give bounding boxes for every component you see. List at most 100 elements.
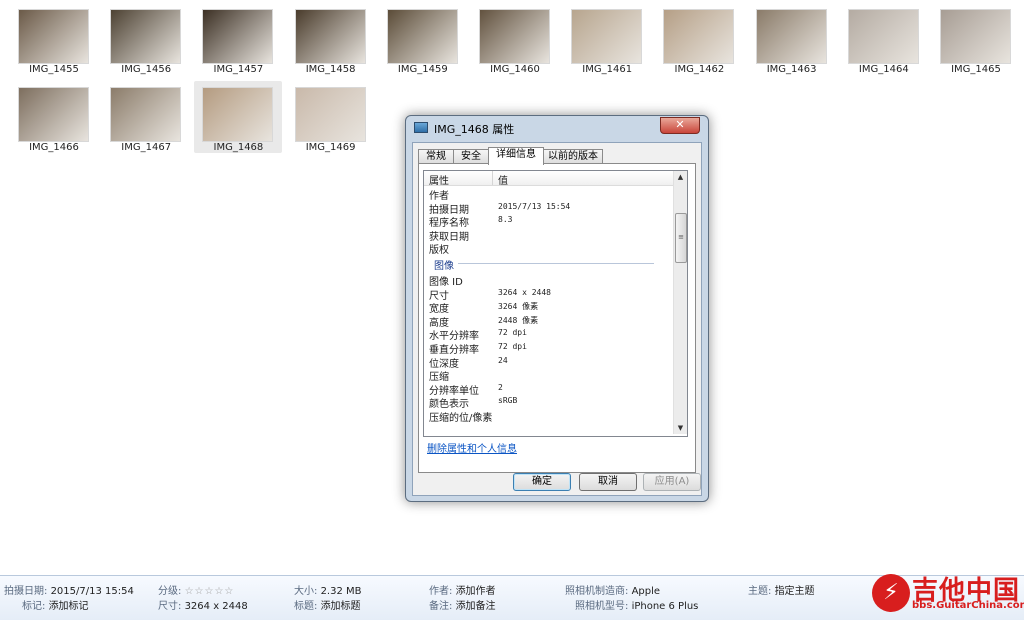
- file-name-label: IMG_1463: [766, 64, 817, 75]
- property-row[interactable]: 分辨率单位 2: [424, 382, 674, 397]
- property-row[interactable]: 颜色表示 sRGB: [424, 395, 674, 410]
- tab-security[interactable]: 安全: [453, 149, 489, 164]
- author-field[interactable]: 作者: 添加作者: [429, 582, 496, 597]
- photo-thumbnail-image[interactable]: [940, 9, 1011, 64]
- property-value: 3264 像素: [498, 302, 539, 312]
- property-row[interactable]: 压缩的位/像素: [424, 409, 674, 424]
- property-row[interactable]: 压缩: [424, 368, 674, 383]
- property-row[interactable]: 拍摄日期 2015/7/13 15:54: [424, 201, 674, 216]
- property-row[interactable]: 程序名称 8.3: [424, 214, 674, 229]
- file-thumbnail[interactable]: IMG_1466: [10, 81, 98, 153]
- file-name-label: IMG_1462: [674, 64, 725, 75]
- file-thumbnail[interactable]: IMG_1457: [194, 3, 282, 75]
- file-thumbnail[interactable]: IMG_1467: [102, 81, 190, 153]
- file-name-label: IMG_1469: [305, 142, 356, 153]
- dimensions-field: 尺寸: 3264 x 2448: [158, 601, 248, 612]
- property-value: 3264 x 2448: [498, 287, 551, 297]
- tab-details[interactable]: 详细信息: [488, 147, 544, 165]
- subject-field[interactable]: 主题: 指定主题: [748, 582, 815, 597]
- photo-thumbnail-image[interactable]: [479, 9, 550, 64]
- file-thumbnail[interactable]: IMG_1455: [10, 3, 98, 75]
- title-field[interactable]: 标题: 添加标题: [294, 597, 361, 612]
- property-row[interactable]: 高度 2448 像素: [424, 314, 674, 329]
- property-value: 2015/7/13 15:54: [498, 201, 571, 211]
- file-name-label: IMG_1459: [397, 64, 448, 75]
- guitar-logo-icon: ⚡: [872, 574, 910, 612]
- property-list[interactable]: 属性 值 作者 拍摄日期 2015/7/13 15:54 程序名称 8.3 获取日期版权图…: [423, 170, 688, 437]
- property-row[interactable]: 获取日期: [424, 228, 674, 243]
- photo-thumbnail-image[interactable]: [571, 9, 643, 64]
- property-row[interactable]: 图像 ID: [424, 273, 674, 288]
- property-value: sRGB: [498, 396, 518, 406]
- photo-thumbnail-image[interactable]: [18, 9, 89, 64]
- property-row[interactable]: 宽度 3264 像素: [424, 300, 674, 315]
- photo-thumbnail-image[interactable]: [847, 9, 919, 64]
- file-thumbnail[interactable]: IMG_1461: [563, 3, 651, 75]
- file-name-label: IMG_1467: [121, 142, 172, 153]
- photo-thumbnail-image[interactable]: [294, 87, 366, 142]
- cancel-button[interactable]: 取消: [579, 473, 637, 491]
- file-thumbnail[interactable]: IMG_1465: [932, 3, 1020, 75]
- vertical-scrollbar[interactable]: ▲ ≡ ▼: [673, 171, 687, 434]
- details-panel: 属性 值 作者 拍摄日期 2015/7/13 15:54 程序名称 8.3 获取日期版权图…: [418, 163, 696, 473]
- file-name-label: IMG_1468: [213, 142, 264, 153]
- property-name: 压缩的位/像素: [429, 413, 493, 424]
- photo-thumbnail-image[interactable]: [663, 9, 735, 64]
- tab-general[interactable]: 常规: [418, 149, 454, 164]
- property-row[interactable]: 垂直分辨率 72 dpi: [424, 341, 674, 356]
- camera-model-field: 照相机型号: iPhone 6 Plus: [575, 601, 699, 612]
- property-row[interactable]: 位深度 24: [424, 355, 674, 370]
- group-divider: [458, 263, 654, 264]
- photo-thumbnail-image[interactable]: [202, 87, 274, 142]
- camera-maker-field: 照相机制造商: Apple: [565, 586, 661, 597]
- watermark-logo: ⚡ 吉他中国 bbs.GuitarChina.com: [872, 568, 1024, 618]
- column-value[interactable]: 值: [498, 172, 508, 187]
- property-value: 2448 像素: [498, 315, 539, 325]
- property-row[interactable]: 水平分辨率 72 dpi: [424, 327, 674, 342]
- file-name-label: IMG_1456: [121, 64, 172, 75]
- property-value: 72 dpi: [498, 328, 527, 338]
- scroll-up-icon[interactable]: ▲: [674, 171, 687, 183]
- photo-thumbnail-image[interactable]: [294, 9, 366, 64]
- photo-thumbnail-image[interactable]: [110, 87, 182, 142]
- rating-stars-icon: ☆☆☆☆☆: [184, 586, 235, 597]
- watermark-url: bbs.GuitarChina.com: [912, 600, 1024, 611]
- file-name-label: IMG_1458: [305, 64, 356, 75]
- tab-previous-versions[interactable]: 以前的版本: [543, 149, 603, 164]
- tags-field[interactable]: 标记: 添加标记: [22, 597, 89, 612]
- file-name-label: IMG_1464: [858, 64, 909, 75]
- file-thumbnail[interactable]: IMG_1458: [287, 3, 375, 75]
- dialog-client: 常规 安全 详细信息 以前的版本 属性 值 作者 拍摄日期 2015/7/13 15…: [412, 142, 702, 496]
- property-row[interactable]: 尺寸 3264 x 2448: [424, 287, 674, 302]
- photo-thumbnail-image[interactable]: [755, 9, 827, 64]
- close-button[interactable]: ✕: [660, 117, 700, 134]
- scroll-down-icon[interactable]: ▼: [674, 422, 687, 434]
- file-thumbnail[interactable]: IMG_1464: [840, 3, 928, 75]
- column-property[interactable]: 属性: [429, 172, 449, 187]
- photo-thumbnail-image[interactable]: [386, 9, 458, 64]
- file-thumbnail[interactable]: IMG_1456: [102, 3, 190, 75]
- image-file-icon: [414, 122, 428, 133]
- ok-button[interactable]: 确定: [513, 473, 571, 491]
- file-thumbnail[interactable]: IMG_1463: [748, 3, 836, 75]
- property-row[interactable]: 版权: [424, 241, 674, 257]
- file-name-label: IMG_1466: [29, 142, 79, 153]
- property-name: 版权: [429, 245, 449, 257]
- file-thumbnail[interactable]: IMG_1462: [655, 3, 743, 75]
- file-thumbnail[interactable]: IMG_1469: [287, 81, 375, 153]
- photo-thumbnail-image[interactable]: [18, 87, 89, 142]
- comment-field[interactable]: 备注: 添加备注: [429, 597, 496, 612]
- dialog-titlebar[interactable]: IMG_1468 属性 ✕: [406, 116, 708, 140]
- rating-field[interactable]: 分级: ☆☆☆☆☆: [158, 582, 234, 597]
- apply-button[interactable]: 应用(A): [643, 473, 701, 491]
- photo-thumbnail-image[interactable]: [202, 9, 274, 64]
- file-thumbnail[interactable]: IMG_1460: [471, 3, 559, 75]
- file-name-label: IMG_1457: [213, 64, 264, 75]
- file-name-label: IMG_1461: [582, 64, 633, 75]
- file-thumbnail[interactable]: IMG_1468: [194, 81, 283, 153]
- remove-properties-link[interactable]: 删除属性和个人信息: [427, 440, 517, 455]
- scroll-thumb[interactable]: ≡: [675, 213, 687, 263]
- file-thumbnail[interactable]: IMG_1459: [379, 3, 467, 75]
- photo-thumbnail-image[interactable]: [110, 9, 182, 64]
- property-row[interactable]: 作者: [424, 187, 674, 202]
